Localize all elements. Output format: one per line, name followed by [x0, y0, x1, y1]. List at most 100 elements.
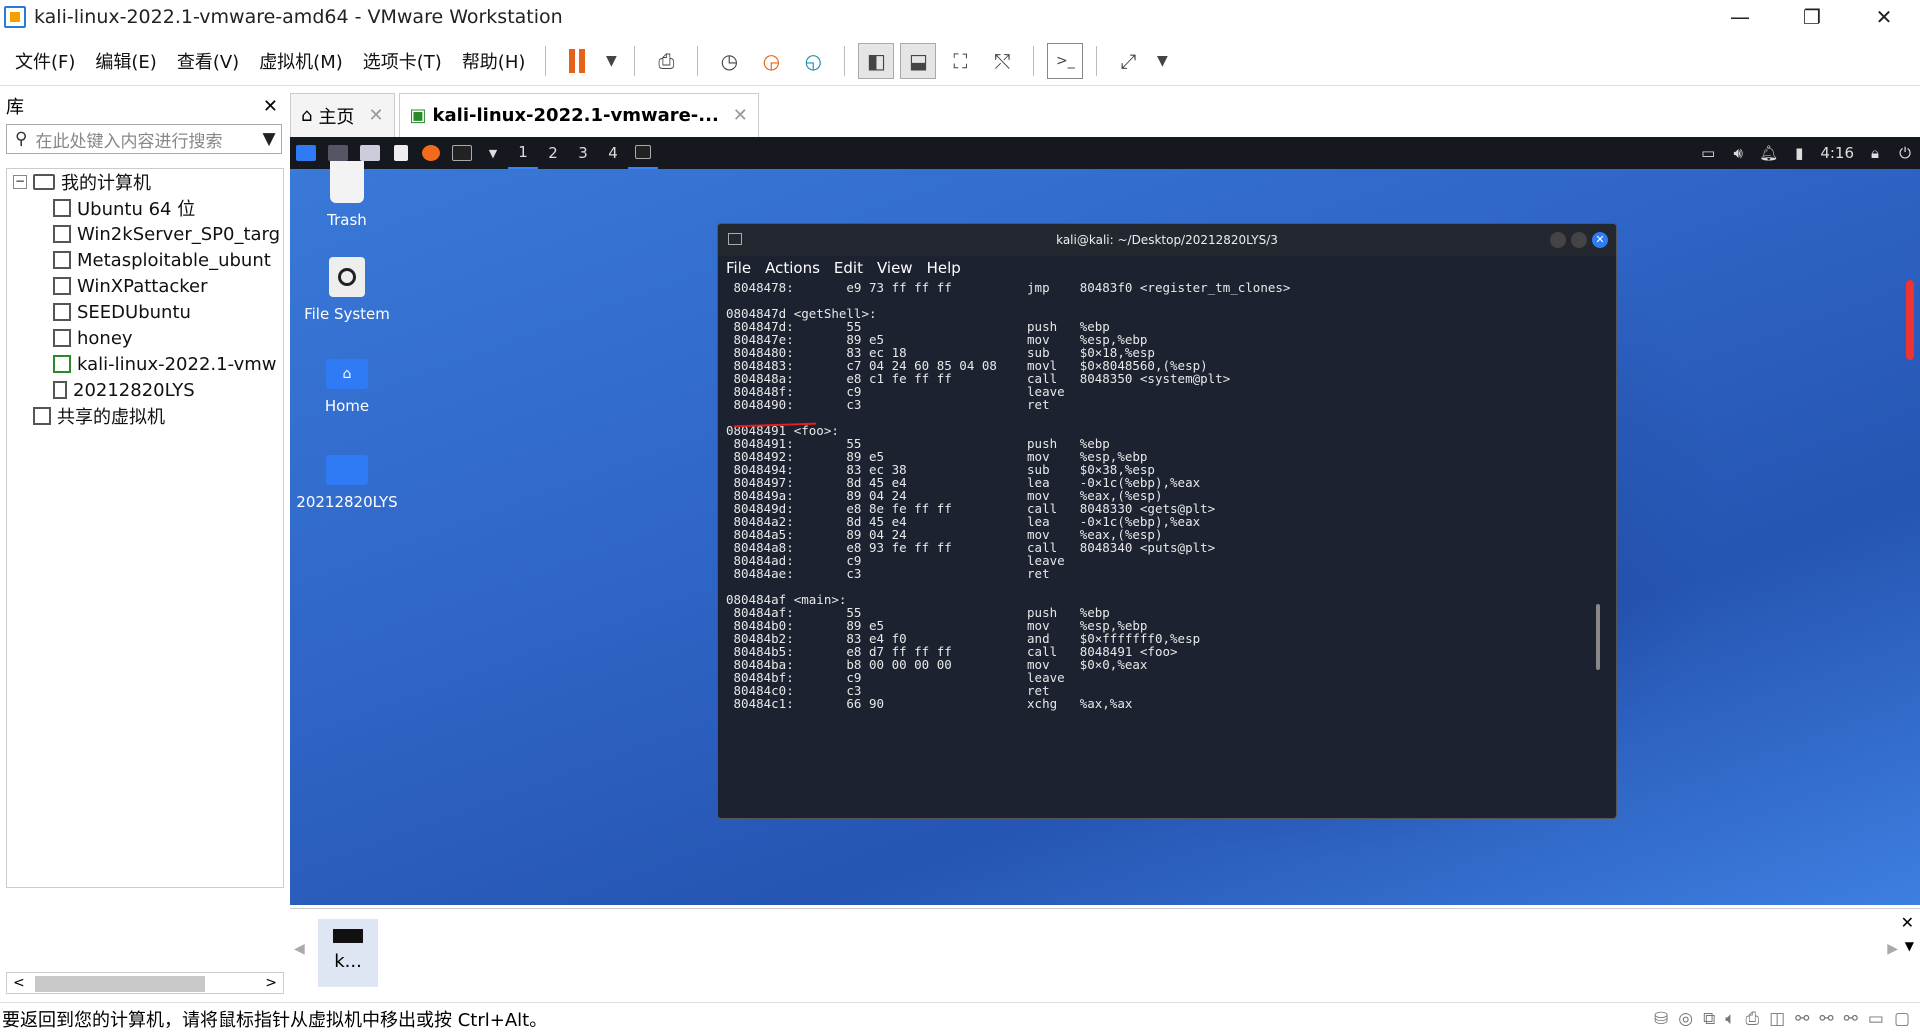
lock-icon[interactable]: 🔒︎: [1860, 137, 1890, 169]
library-search-input[interactable]: ⚲ 在此处键入内容进行搜索 ▼: [6, 124, 282, 154]
tree-shared-vms[interactable]: 共享的虚拟机: [7, 403, 283, 429]
terminal-window[interactable]: kali@kali: ~/Desktop/20212820LYS/3 ✕ Fil…: [717, 223, 1617, 819]
desktop-home[interactable]: ⌂ Home: [290, 359, 407, 415]
vm-item-ubuntu[interactable]: Ubuntu 64 位: [7, 195, 283, 221]
thumbnail-label: k...: [334, 951, 362, 972]
tab-kali[interactable]: ▣ kali-linux-2022.1-vmware-... ✕: [398, 93, 759, 137]
terminal-menu-edit[interactable]: Edit: [834, 259, 863, 277]
power-icon[interactable]: ⏻: [1890, 137, 1920, 169]
thumb-scroll-left-icon[interactable]: ◀: [294, 941, 305, 957]
display-icon[interactable]: ▭: [1868, 1009, 1884, 1029]
terminal-menu-view[interactable]: View: [877, 259, 913, 277]
minimize-button[interactable]: —: [1704, 0, 1776, 34]
vm-item-honey[interactable]: honey: [7, 325, 283, 351]
usb-icon[interactable]: ⚯: [1844, 1009, 1858, 1029]
message-icon[interactable]: ▢: [1894, 1009, 1910, 1029]
full-screen-icon[interactable]: ⛶: [942, 43, 978, 79]
chevron-down-icon[interactable]: ▼: [478, 137, 508, 169]
vm-item-metasploitable[interactable]: Metasploitable_ubunt: [7, 247, 283, 273]
workspace-4[interactable]: 4: [598, 137, 628, 169]
vm-item-kali[interactable]: kali-linux-2022.1-vmw: [7, 351, 283, 377]
usb-icon[interactable]: ⚯: [1819, 1009, 1833, 1029]
close-button[interactable]: ✕: [1848, 0, 1920, 34]
terminal-menu-file[interactable]: File: [726, 259, 751, 277]
notification-bell-icon[interactable]: 🔔︎: [1753, 137, 1784, 169]
vm-vertical-scrollbar[interactable]: [1906, 280, 1914, 360]
battery-icon[interactable]: ▮: [1784, 137, 1814, 169]
tab-home[interactable]: ⌂ 主页 ✕: [290, 93, 395, 137]
send-ctrl-alt-del-icon[interactable]: ⎙: [648, 43, 684, 79]
desktop-trash[interactable]: Trash: [290, 161, 407, 229]
terminal-line: 8048490: c3 ret: [726, 397, 1050, 412]
scroll-right-icon[interactable]: >: [265, 975, 277, 991]
scroll-left-icon[interactable]: <: [13, 975, 25, 991]
network-icon[interactable]: ⧉: [1703, 1009, 1715, 1029]
snapshot-manager-icon[interactable]: ◵: [795, 43, 831, 79]
display-icon[interactable]: ▭: [1693, 137, 1723, 169]
workspace-3[interactable]: 3: [568, 137, 598, 169]
terminal-output[interactable]: 8048478: e9 73 ff ff ff jmp 80483f0 <reg…: [726, 280, 1616, 818]
maximize-button[interactable]: ❐: [1776, 0, 1848, 34]
menu-edit[interactable]: 编辑(E): [85, 48, 166, 74]
menu-vm[interactable]: 虚拟机(M): [249, 48, 353, 74]
revert-snapshot-icon[interactable]: ◶: [753, 43, 789, 79]
menu-help[interactable]: 帮助(H): [452, 48, 536, 74]
desktop-filesystem[interactable]: File System: [290, 257, 407, 323]
vm-thumbnail[interactable]: k...: [318, 919, 378, 987]
collapse-icon[interactable]: −: [13, 175, 27, 189]
terminal-task-button[interactable]: [628, 137, 658, 169]
library-horizontal-scrollbar[interactable]: < >: [6, 972, 284, 994]
vm-item-20212820lys[interactable]: 20212820LYS: [7, 377, 283, 403]
hard-disk-icon[interactable]: ⛁: [1654, 1009, 1668, 1029]
close-thumbnail-bar-icon[interactable]: ✕: [1901, 913, 1914, 932]
vm-screen[interactable]: ▼ 1 2 3 4 ▭ 🔊︎ 🔔︎ ▮ 4:16 🔒︎ ⏻ Trash File…: [290, 137, 1920, 905]
chevron-down-icon[interactable]: ▼: [257, 129, 281, 149]
chevron-down-icon[interactable]: ▼: [1152, 43, 1172, 79]
vm-item-winxp[interactable]: WinXPattacker: [7, 273, 283, 299]
scrollbar-thumb[interactable]: [35, 976, 205, 992]
tree-root-my-computer[interactable]: − 我的计算机: [7, 169, 283, 195]
cd-drive-icon[interactable]: ◎: [1678, 1009, 1693, 1029]
workspace-1[interactable]: 1: [508, 137, 538, 169]
pause-icon[interactable]: [559, 43, 595, 79]
menu-file[interactable]: 文件(F): [0, 48, 85, 74]
desktop-folder-20212820lys[interactable]: 20212820LYS: [290, 455, 407, 511]
menu-bar: 文件(F) 编辑(E) 查看(V) 虚拟机(M) 选项卡(T) 帮助(H) ▼ …: [0, 36, 1920, 86]
close-icon[interactable]: ✕: [1592, 232, 1608, 248]
close-tab-icon[interactable]: ✕: [733, 105, 748, 126]
show-library-icon[interactable]: ◧: [858, 42, 895, 79]
terminal-line: 80484bf: c9 leave: [726, 670, 1065, 685]
minimize-icon[interactable]: [1550, 232, 1566, 248]
workspace-2[interactable]: 2: [538, 137, 568, 169]
vm-item-win2k[interactable]: Win2kServer_SP0_targ: [7, 221, 283, 247]
sound-card-icon[interactable]: 🔈︎: [1725, 1009, 1735, 1029]
unity-icon[interactable]: ⤲: [984, 43, 1020, 79]
terminal-line: 80484b0: 89 e5 mov %esp,%ebp: [726, 618, 1148, 633]
console-icon[interactable]: >_: [1047, 42, 1084, 79]
clock[interactable]: 4:16: [1814, 137, 1860, 169]
folder-icon: [326, 455, 368, 485]
terminal-menu-help[interactable]: Help: [927, 259, 961, 277]
menu-tabs[interactable]: 选项卡(T): [353, 48, 452, 74]
terminal-scrollbar[interactable]: [1596, 604, 1600, 670]
vm-item-seed[interactable]: SEEDUbuntu: [7, 299, 283, 325]
volume-icon[interactable]: 🔊︎: [1723, 137, 1753, 169]
chevron-down-icon[interactable]: ▼: [1905, 939, 1914, 953]
menu-view[interactable]: 查看(V): [167, 48, 249, 74]
library-close-icon[interactable]: ✕: [263, 96, 278, 117]
terminal-launcher-icon[interactable]: [446, 137, 478, 169]
terminal-menu-actions[interactable]: Actions: [765, 259, 820, 277]
chevron-down-icon[interactable]: ▼: [601, 43, 621, 79]
terminal-line: 8048491: 55 push %ebp: [726, 436, 1110, 451]
firefox-icon[interactable]: [416, 137, 446, 169]
maximize-icon[interactable]: [1571, 232, 1587, 248]
usb-icon[interactable]: ⚯: [1795, 1009, 1809, 1029]
printer-icon[interactable]: ⎙: [1745, 1009, 1759, 1029]
camera-icon[interactable]: ◫: [1769, 1009, 1785, 1029]
stretch-icon[interactable]: ⤢: [1110, 43, 1146, 79]
thumb-scroll-right-icon[interactable]: ▶: [1887, 941, 1898, 957]
thumbnail-bar-icon[interactable]: ⬓: [900, 42, 937, 79]
vm-label: WinXPattacker: [77, 275, 208, 297]
snapshot-icon[interactable]: ◷: [711, 43, 747, 79]
close-tab-icon[interactable]: ✕: [368, 105, 383, 126]
